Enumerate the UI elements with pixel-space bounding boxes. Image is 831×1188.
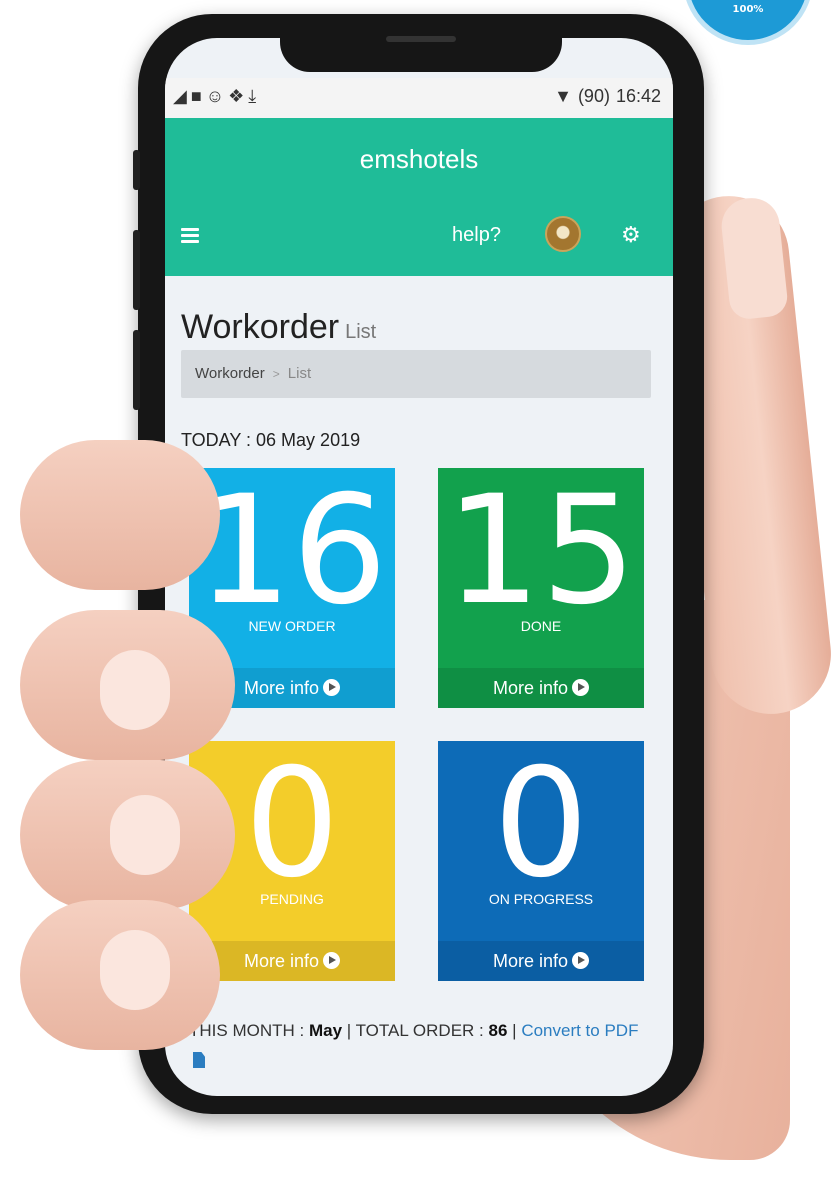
phone-speaker bbox=[386, 36, 456, 42]
breadcrumb-item-list: List bbox=[287, 365, 312, 382]
phone-notch bbox=[280, 20, 562, 72]
phone-side-button bbox=[133, 330, 140, 410]
arrow-circle-right-icon bbox=[323, 679, 341, 696]
page-subtitle: List bbox=[345, 321, 377, 343]
breadcrumb-separator: > bbox=[272, 367, 280, 381]
arrow-circle-right-icon bbox=[572, 952, 590, 969]
month-value: May bbox=[308, 1021, 343, 1040]
total-order-value: 86 bbox=[488, 1021, 508, 1040]
phone-side-button bbox=[133, 150, 140, 190]
thumb-nail bbox=[718, 195, 790, 321]
pdf-file-icon bbox=[193, 1052, 205, 1068]
arrow-circle-right-icon bbox=[323, 952, 341, 969]
chat-icon: ☺ bbox=[205, 86, 229, 106]
breadcrumb: Workorder > List bbox=[181, 350, 651, 398]
badge-text: 100% bbox=[732, 4, 764, 15]
status-bar: ◢■☺❖⤓ ▼ (90) 16:42 bbox=[165, 78, 673, 118]
arrow-circle-right-icon bbox=[572, 679, 590, 696]
status-right: ▼ (90) 16:42 bbox=[548, 86, 661, 107]
more-info-link[interactable]: More info bbox=[438, 941, 644, 981]
more-info-text: More info bbox=[492, 678, 569, 698]
phone-screen: ◢■☺❖⤓ ▼ (90) 16:42 emshotels help? ⚙ Worko… bbox=[165, 38, 673, 1096]
tile-done: 15 DONE More info bbox=[438, 468, 644, 708]
dropbox-icon: ❖ bbox=[228, 86, 249, 106]
settings-icon[interactable]: ⚙ bbox=[621, 222, 641, 248]
month-label: THIS MONTH : bbox=[189, 1021, 305, 1040]
download-icon: ⤓ bbox=[248, 86, 261, 106]
hand-finger bbox=[20, 760, 235, 910]
avatar[interactable] bbox=[545, 216, 581, 252]
hand-finger bbox=[20, 440, 220, 590]
summary-separator: | bbox=[346, 1021, 352, 1040]
tile-label: NEW ORDER bbox=[248, 618, 336, 634]
tile-count: 0 bbox=[493, 741, 589, 911]
video-icon: ■ bbox=[190, 86, 206, 106]
signal-icon: ◢ bbox=[173, 86, 191, 106]
app-header: emshotels help? ⚙ bbox=[165, 118, 673, 276]
tile-label: ON PROGRESS bbox=[488, 891, 594, 907]
wifi-icon: ▼ bbox=[554, 86, 572, 106]
breadcrumb-item-workorder[interactable]: Workorder bbox=[195, 365, 265, 382]
tile-count: 15 bbox=[445, 468, 637, 638]
convert-pdf-text: Convert to PDF bbox=[521, 1021, 639, 1040]
today-label: TODAY : 06 May 2019 bbox=[181, 430, 361, 450]
hand-finger bbox=[20, 900, 220, 1050]
finger-nail bbox=[100, 930, 170, 1010]
more-info-text: More info bbox=[243, 678, 320, 698]
help-link[interactable]: help? bbox=[452, 224, 501, 247]
more-info-text: More info bbox=[243, 951, 320, 971]
more-info-link[interactable]: More info bbox=[438, 668, 644, 708]
more-info-text: More info bbox=[492, 951, 569, 971]
finger-nail bbox=[100, 650, 170, 730]
app-title: emshotels bbox=[359, 144, 479, 174]
monthly-summary: THIS MONTH : May | TOTAL ORDER : 86 | Co… bbox=[189, 1016, 649, 1076]
status-time: 16:42 bbox=[615, 86, 661, 106]
total-order-label: TOTAL ORDER : bbox=[355, 1021, 484, 1040]
notification-icons: ◢■☺❖⤓ bbox=[173, 86, 260, 107]
summary-separator: | bbox=[512, 1021, 517, 1040]
tile-on-progress: 0 ON PROGRESS More info bbox=[438, 741, 644, 981]
finger-nail bbox=[110, 795, 180, 875]
tile-label: PENDING bbox=[260, 891, 324, 907]
hand-finger bbox=[20, 610, 235, 760]
phone-side-button bbox=[133, 230, 140, 310]
tile-label: DONE bbox=[520, 618, 562, 634]
page-title: Workorder List bbox=[181, 308, 376, 347]
tile-count: 16 bbox=[196, 468, 388, 638]
menu-icon[interactable] bbox=[181, 228, 199, 246]
page-title-text: Workorder bbox=[181, 308, 340, 346]
quality-badge: 100% bbox=[688, 0, 808, 40]
battery-icon: (90) bbox=[577, 86, 610, 106]
